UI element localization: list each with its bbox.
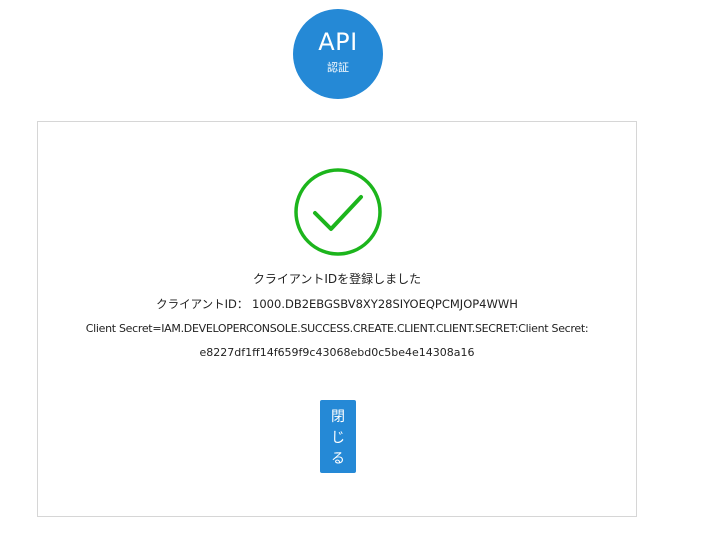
client-secret-value: e8227df1ff14f659f9c43068ebd0c5be4e14308a… (199, 346, 475, 359)
api-auth-badge: API 認証 (293, 9, 383, 99)
result-panel: クライアントIDを登録しました クライアントID： 1000.DB2EBGSBV… (37, 121, 637, 517)
badge-title: API (318, 28, 358, 56)
client-id-text: クライアントID： 1000.DB2EBGSBV8XY28SIYOEQPCMJO… (156, 297, 518, 311)
close-button-char: 閉 (331, 409, 345, 425)
close-button[interactable]: 閉 じ る (320, 400, 356, 473)
close-button-char: じ (331, 430, 345, 446)
client-secret-label: Client Secret=IAM.DEVELOPERCONSOLE.SUCCE… (85, 322, 589, 335)
close-button-char: る (331, 451, 345, 467)
success-message: クライアントIDを登録しました (252, 272, 422, 286)
badge-subtitle: 認証 (327, 61, 349, 74)
checkmark-circle-icon (294, 168, 382, 256)
